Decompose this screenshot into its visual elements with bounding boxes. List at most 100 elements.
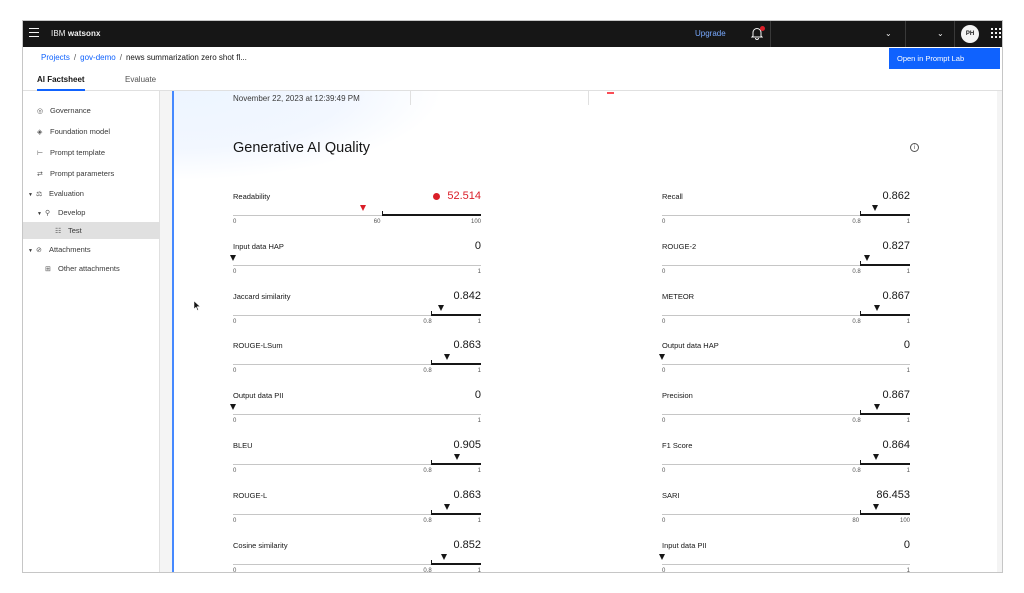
metric-name: ROUGE-L [233,490,268,500]
scale-max-label: 1 [477,567,481,573]
tab-evaluate[interactable]: Evaluate [125,75,156,84]
metric-value: 0.863 [453,488,481,501]
scale-threshold-label: 0.8 [852,219,861,225]
app-switcher-icon[interactable] [991,28,1001,38]
metric-track [662,563,910,565]
threshold-range [860,413,910,416]
scale-min-label: 0 [662,418,666,425]
factsheet-content: November 22, 2023 at 12:39:49 PM Generat… [174,91,997,573]
scale-max-label: 100 [470,219,481,225]
metric-precision: Precision 0.867 0 0.8 1 [662,389,910,437]
metric-name: Output data HAP [662,341,719,351]
metric-output-data-pii: Output data PII 0 0 1 [229,389,481,437]
metric-marker [658,553,665,560]
scale-min-label: 0 [233,468,237,474]
account-dropdown-chevron-icon[interactable]: ⌄ [885,29,892,38]
section-title: Generative AI Quality [233,140,371,156]
threshold-range [860,512,910,515]
metric-name: F1 Score [662,441,693,450]
open-in-prompt-lab-button[interactable]: Open in Prompt Lab [889,48,1000,69]
scale-max-label: 1 [477,368,481,375]
menu-icon[interactable] [29,28,39,38]
notification-icon[interactable] [750,26,765,40]
sidebar-item-prompt-template[interactable]: ⊢ Prompt template [37,148,105,157]
threshold-range [860,463,910,465]
scale-min-label: 0 [233,418,237,425]
metric-value: 0.842 [453,289,481,302]
scale-max-label: 1 [477,318,481,325]
scale-max-label: 1 [477,268,481,275]
right-gutter [997,91,1002,572]
metric-name: ROUGE-2 [662,241,697,251]
metric-name: Output data PII [233,391,284,401]
sidebar-item-foundation-model[interactable]: ◈ Foundation model [37,127,110,136]
metric-track [233,264,481,266]
metric-track [662,364,910,366]
sidebar-item-develop[interactable]: ▼ ⚲ Develop [37,208,85,217]
metric-marker [443,503,450,510]
metric-track [233,414,481,416]
metric-value: 0.863 [453,339,481,352]
metric-name: METEOR [662,291,695,301]
metric-bleu: BLEU 0.905 0 0.8 1 [233,439,481,487]
develop-icon: ⚲ [44,210,51,217]
threshold-range [860,313,910,316]
sidebar-item-other-attachments[interactable]: ⊞ Other attachments [45,264,120,273]
scale-max-label: 100 [899,517,910,524]
threshold-tick [431,460,433,465]
breadcrumb-project[interactable]: gov-demo [80,53,116,62]
scale-min-label: 0 [662,368,666,375]
metric-rouge-l: ROUGE-L 0.863 0 0.8 1 [233,488,481,537]
threshold-tick [860,410,862,416]
threshold-range [860,263,910,266]
divider [410,91,411,105]
mouse-cursor-icon [193,298,201,316]
scale-icon: ⚖ [35,191,43,198]
sidebar-gutter [160,91,172,572]
metric-name: Jaccard similarity [233,291,291,301]
tab-bar: AI Factsheet Evaluate [23,69,1002,91]
alert-status-icon [433,193,440,200]
scale-max-label: 1 [477,468,481,474]
metric-marker [229,404,236,411]
status-indicator [607,92,614,94]
sidebar-item-prompt-parameters[interactable]: ⇄ Prompt parameters [37,169,114,178]
upgrade-link[interactable]: Upgrade [695,29,726,38]
scale-threshold-label: 0.8 [423,517,432,524]
sidebar-item-test[interactable]: ☷ Test [23,222,160,239]
scale-min-label: 0 [233,517,237,524]
metric-value: 0 [903,339,910,352]
metric-name: SARI [662,490,680,500]
scale-max-label: 1 [906,219,910,225]
breadcrumb-projects[interactable]: Projects [41,53,70,62]
threshold-range [431,463,481,465]
metric-marker [863,254,870,261]
brand-prefix: IBM [51,29,66,38]
test-icon: ☷ [55,228,62,235]
scale-min-label: 0 [233,318,237,325]
metric-meteor: METEOR 0.867 0 0.8 1 [662,290,910,338]
tab-ai-factsheet[interactable]: AI Factsheet [37,75,85,91]
sidebar-item-governance[interactable]: ◎ Governance [37,106,91,115]
scale-max-label: 1 [906,567,910,573]
metric-value: 0 [474,239,481,252]
metric-value: 0.905 [453,439,481,451]
info-icon[interactable]: i [910,143,919,152]
background-decoration [174,91,444,181]
avatar[interactable]: PH [961,25,979,43]
threshold-tick [860,310,862,316]
sidebar-item-evaluation[interactable]: ▼ ⚖ Evaluation [28,189,84,198]
product-name[interactable]: IBM watsonx [51,29,101,38]
region-dropdown-chevron-icon[interactable]: ⌄ [937,29,944,38]
evaluation-date: November 22, 2023 at 12:39:49 PM [233,94,360,103]
metric-marker [872,454,879,460]
caret-down-icon: ▼ [28,192,33,198]
scale-threshold-label: 0.8 [423,368,432,375]
sidebar-item-attachments[interactable]: ▼ ⊘ Attachments [28,245,91,254]
threshold-range [381,214,481,216]
scale-min-label: 0 [233,567,237,573]
template-icon: ⊢ [37,150,44,157]
model-icon: ◈ [37,129,43,136]
threshold-range [431,562,481,565]
metric-rouge-2: ROUGE-2 0.827 0 0.8 1 [662,240,910,288]
